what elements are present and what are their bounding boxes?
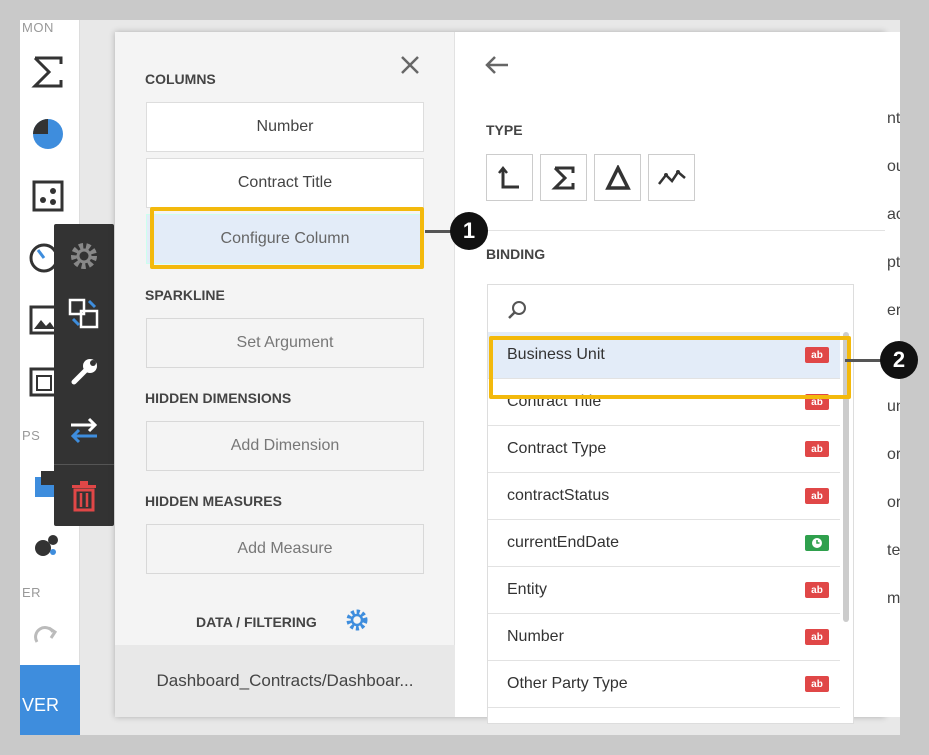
set-argument-button[interactable]: Set Argument [146, 318, 424, 368]
background-grid-text: ou [887, 158, 900, 175]
section-label-maps: PS [22, 428, 41, 443]
hidden-dimensions-title: HIDDEN DIMENSIONS [145, 390, 292, 406]
callout-2: 2 [880, 341, 918, 379]
background-grid-text: pt [887, 254, 900, 271]
gear-icon[interactable] [54, 228, 114, 284]
sigma-icon [550, 166, 574, 189]
string-type-badge: ab [805, 629, 829, 645]
background-grid-text: ort [887, 494, 900, 511]
background-grid-text: er [887, 302, 900, 319]
background-grid-text: ac [887, 206, 900, 223]
background-grid-text: ort [887, 446, 900, 463]
add-measure-button[interactable]: Add Measure [146, 524, 424, 574]
scatter-card-icon[interactable] [30, 178, 66, 214]
clock-icon [805, 535, 829, 551]
field-row[interactable]: contractStatus ab [488, 473, 840, 520]
string-type-badge: ab [805, 582, 829, 598]
field-row[interactable]: Number ab [488, 614, 840, 661]
dashboard-designer: MON PS ER VER COLUMNS Number Contract Ti… [20, 20, 900, 735]
column-number[interactable]: Number [146, 102, 424, 152]
type-title: TYPE [486, 122, 523, 138]
field-name: Entity [507, 581, 548, 598]
string-type-badge: ab [805, 441, 829, 457]
field-row[interactable]: currentEndDate [488, 520, 840, 567]
type-sparkline-button[interactable] [648, 154, 695, 201]
dimension-type-icon [497, 165, 519, 188]
delta-icon [604, 164, 631, 190]
field-name: Other Party Type [507, 675, 628, 692]
sparkline-title: SPARKLINE [145, 287, 225, 303]
field-row[interactable]: Other Party Type ab [488, 661, 840, 708]
add-dimension-button[interactable]: Add Dimension [146, 421, 424, 471]
field-name: contractStatus [507, 487, 610, 504]
section-label-common: MON [22, 20, 54, 35]
string-type-badge: ab [805, 676, 829, 692]
background-grid-text: m [887, 590, 900, 607]
field-row[interactable]: Entity ab [488, 567, 840, 614]
highlight-frame-1 [150, 207, 424, 269]
viewer-button[interactable]: VER [20, 665, 80, 735]
convert-arrows-icon[interactable] [54, 402, 114, 458]
columns-title: COLUMNS [145, 71, 216, 87]
swap-layout-icon[interactable] [54, 286, 114, 342]
data-items-pane: COLUMNS Number Contract Title Configure … [115, 32, 455, 717]
background-grid-text: te [887, 542, 900, 559]
field-name: currentEndDate [507, 534, 620, 551]
background-grid-text: nt [887, 110, 900, 127]
item-context-toolbar [54, 224, 114, 526]
trash-icon[interactable] [54, 468, 114, 524]
highlight-frame-2 [489, 336, 851, 399]
toolbar-divider [54, 464, 114, 465]
bubble-map-icon[interactable] [28, 526, 64, 562]
search-icon[interactable] [506, 299, 528, 326]
data-filtering-title: DATA / FILTERING [196, 614, 317, 630]
wrench-icon[interactable] [54, 344, 114, 400]
sparkline-icon [657, 169, 686, 185]
string-type-badge: ab [805, 488, 829, 504]
field-name: Number [507, 628, 564, 645]
divider [456, 230, 885, 231]
field-row[interactable]: Contract Type ab [488, 426, 840, 473]
field-name: Contract Type [507, 440, 607, 457]
type-dimension-button[interactable] [486, 154, 533, 201]
back-arrow-icon[interactable] [484, 54, 510, 81]
column-contract-title[interactable]: Contract Title [146, 158, 424, 208]
hidden-measures-title: HIDDEN MEASURES [145, 493, 282, 509]
callout-line-2 [845, 359, 885, 362]
callout-1: 1 [450, 212, 488, 250]
binding-title: BINDING [486, 246, 546, 262]
data-filtering-gear-icon[interactable] [344, 607, 370, 638]
screenshot-frame: MON PS ER VER COLUMNS Number Contract Ti… [0, 0, 929, 755]
sigma-icon[interactable] [30, 54, 66, 90]
background-grid-text: un [887, 398, 900, 415]
type-measure-button[interactable] [540, 154, 587, 201]
datasource-name: Dashboard_Contracts/Dashboar... [156, 671, 414, 690]
datasource-bar[interactable]: Dashboard_Contracts/Dashboar... [115, 645, 455, 717]
type-delta-button[interactable] [594, 154, 641, 201]
pie-chart-icon[interactable] [30, 116, 66, 152]
section-label-other: ER [22, 585, 42, 600]
redo-icon[interactable] [28, 616, 64, 652]
close-icon[interactable] [399, 54, 421, 81]
